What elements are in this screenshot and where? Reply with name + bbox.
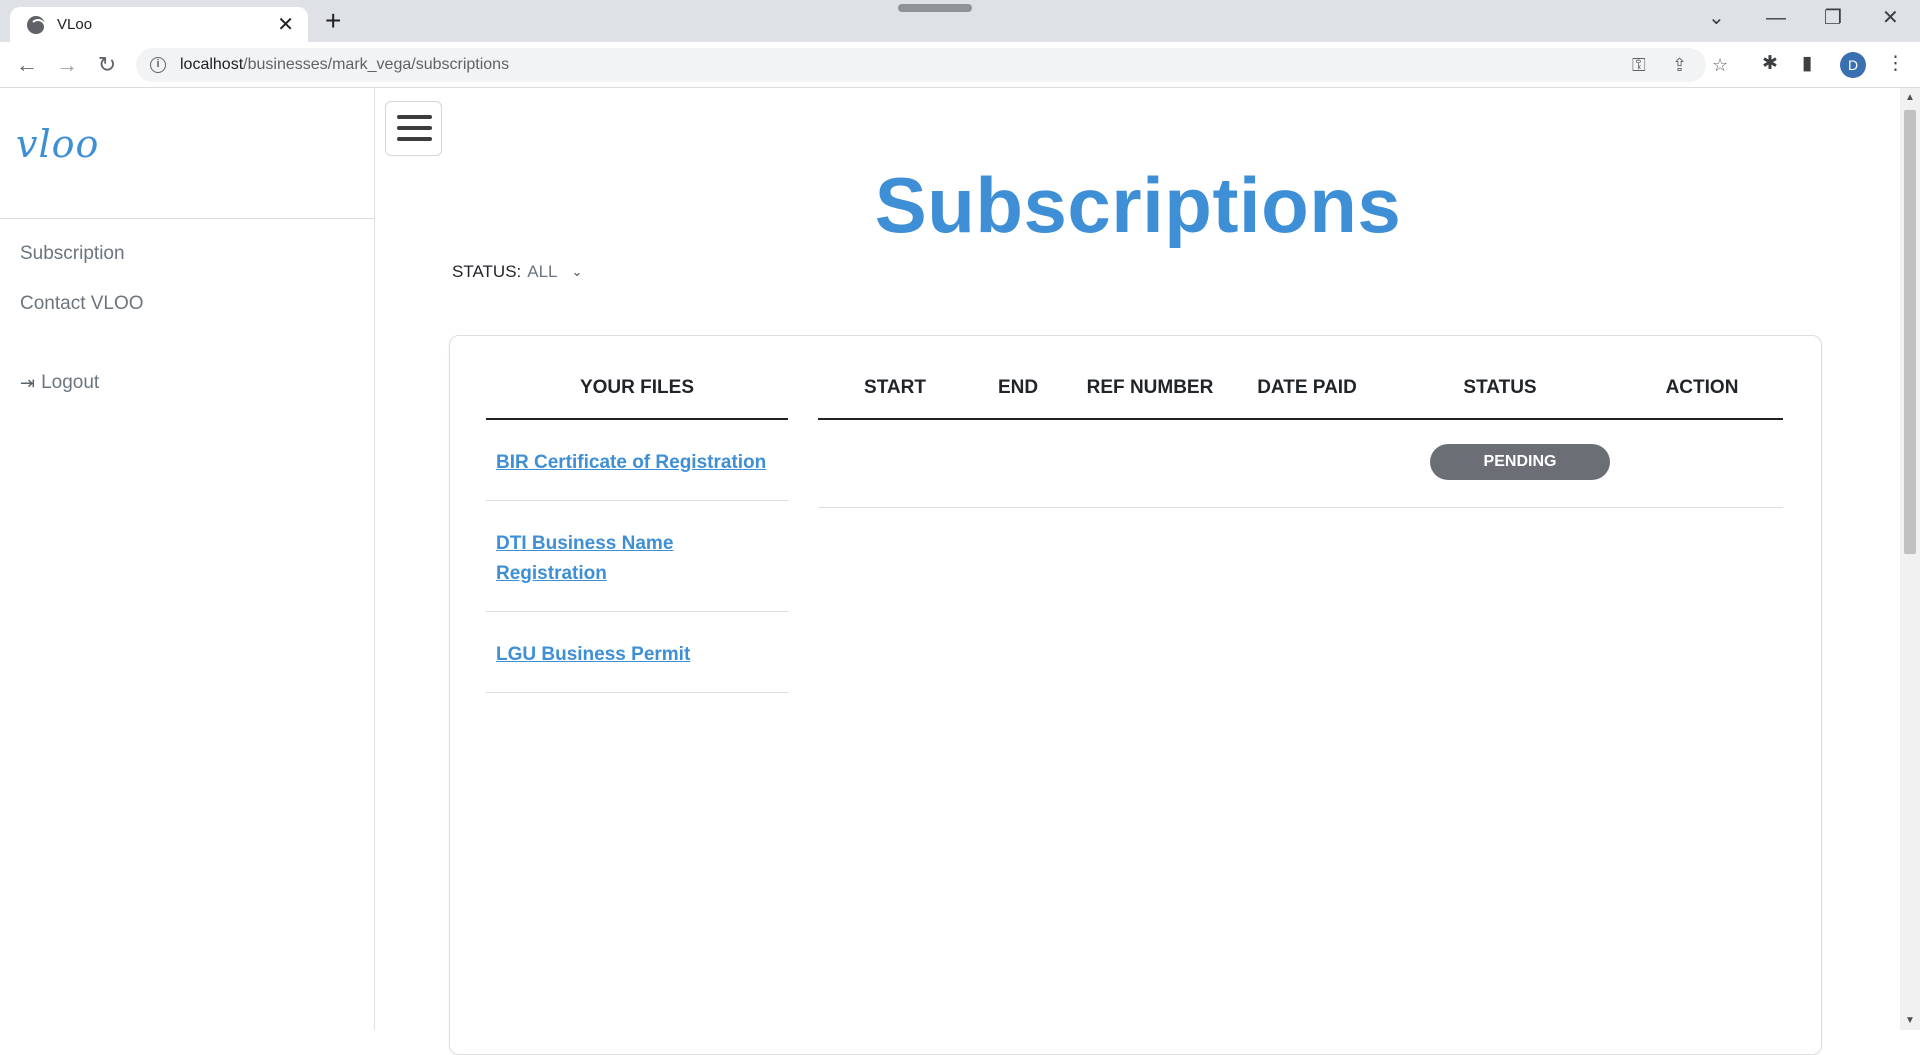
- browser-menu-icon[interactable]: ⋮: [1886, 54, 1905, 74]
- key-icon[interactable]: ⚿: [1632, 56, 1646, 74]
- page-title: Subscriptions: [874, 161, 1402, 249]
- restore-icon[interactable]: ❐: [1824, 6, 1842, 30]
- globe-icon: [27, 15, 46, 35]
- subscriptions-card: YOUR FILES BIR Certificate of Registrati…: [449, 335, 1822, 1055]
- status-filter-label: STATUS:: [452, 262, 522, 281]
- window-drag-handle[interactable]: [898, 4, 972, 12]
- hamburger-bar: [397, 115, 432, 119]
- side-panel-icon[interactable]: ▮: [1802, 54, 1812, 74]
- sidebar: vloo Subscription Contact VLOO ⇥ Logout: [0, 88, 375, 1030]
- file-link-dti[interactable]: DTI Business Name Registration: [496, 533, 673, 584]
- reload-icon[interactable]: ↻: [92, 50, 122, 80]
- back-icon[interactable]: ←: [12, 50, 42, 80]
- page-scrollbar[interactable]: ▲ ▼: [1900, 88, 1920, 1030]
- new-tab-button[interactable]: +: [325, 6, 341, 36]
- profile-avatar[interactable]: D: [1840, 52, 1866, 78]
- vloo-logo[interactable]: vloo: [16, 122, 99, 166]
- browser-tab[interactable]: VLoo ✕: [10, 7, 308, 42]
- site-info-icon[interactable]: i: [150, 57, 166, 73]
- extensions-icon[interactable]: ✱: [1762, 54, 1778, 74]
- tab-title: VLoo: [57, 16, 93, 33]
- sidebar-item-subscription[interactable]: Subscription: [20, 243, 125, 265]
- minimize-icon[interactable]: —: [1766, 6, 1786, 30]
- table-row: PENDING: [818, 420, 1783, 508]
- share-icon[interactable]: ⇪: [1672, 56, 1687, 74]
- column-header-status: STATUS: [1463, 377, 1537, 398]
- tab-search-icon[interactable]: ⌄: [1708, 6, 1725, 30]
- status-filter-value: ALL: [527, 262, 558, 281]
- list-item: DTI Business Name Registration: [486, 501, 788, 612]
- list-item: BIR Certificate of Registration: [486, 420, 788, 501]
- list-item: LGU Business Permit: [486, 612, 788, 693]
- scrollbar-thumb[interactable]: [1904, 110, 1916, 554]
- column-header-start: START: [864, 377, 926, 398]
- scroll-down-arrow-icon[interactable]: ▼: [1905, 1015, 1915, 1026]
- column-header-end: END: [997, 377, 1039, 398]
- logout-label: Logout: [41, 372, 100, 393]
- column-header-date-paid: DATE PAID: [1257, 377, 1357, 398]
- bookmark-star-icon[interactable]: ☆: [1712, 56, 1728, 74]
- tab-close-icon[interactable]: ✕: [277, 15, 294, 35]
- url-path: /businesses/mark_vega/subscriptions: [243, 56, 510, 73]
- hamburger-bar: [397, 126, 432, 130]
- sidebar-divider: [0, 218, 374, 219]
- forward-icon[interactable]: →: [52, 50, 82, 80]
- logout-link[interactable]: ⇥ Logout: [20, 372, 99, 394]
- hamburger-bar: [397, 137, 432, 141]
- sidebar-item-contact-vloo[interactable]: Contact VLOO: [20, 293, 144, 315]
- subscriptions-table: START END REF NUMBER DATE PAID STATUS AC…: [818, 376, 1783, 508]
- address-bar[interactable]: i localhost/businesses/mark_vega/subscri…: [136, 48, 1728, 82]
- menu-toggle-button[interactable]: [385, 101, 442, 156]
- window-close-icon[interactable]: ✕: [1882, 6, 1899, 30]
- browser-tab-strip: VLoo ✕ + ⌄ — ❐ ✕: [0, 0, 1920, 42]
- files-column: YOUR FILES BIR Certificate of Registrati…: [486, 376, 788, 693]
- table-header: START END REF NUMBER DATE PAID STATUS AC…: [818, 376, 1783, 420]
- page: vloo Subscription Contact VLOO ⇥ Logout …: [0, 88, 1900, 1055]
- file-link-lgu[interactable]: LGU Business Permit: [496, 644, 690, 665]
- file-link-bir[interactable]: BIR Certificate of Registration: [496, 452, 766, 473]
- status-badge: PENDING: [1430, 444, 1610, 480]
- scroll-up-arrow-icon[interactable]: ▲: [1905, 92, 1915, 103]
- chevron-down-icon: ⌄: [571, 264, 583, 279]
- files-header: YOUR FILES: [486, 376, 788, 420]
- logout-icon: ⇥: [20, 372, 36, 393]
- status-filter-dropdown[interactable]: STATUS: ALL ⌄: [452, 262, 582, 282]
- browser-toolbar: ← → ↻ i localhost/businesses/mark_vega/s…: [0, 42, 1920, 88]
- column-header-action: ACTION: [1665, 377, 1739, 398]
- url-host: localhost: [180, 56, 244, 73]
- url-text[interactable]: localhost/businesses/mark_vega/subscript…: [180, 56, 509, 74]
- column-header-ref-number: REF NUMBER: [1086, 377, 1214, 398]
